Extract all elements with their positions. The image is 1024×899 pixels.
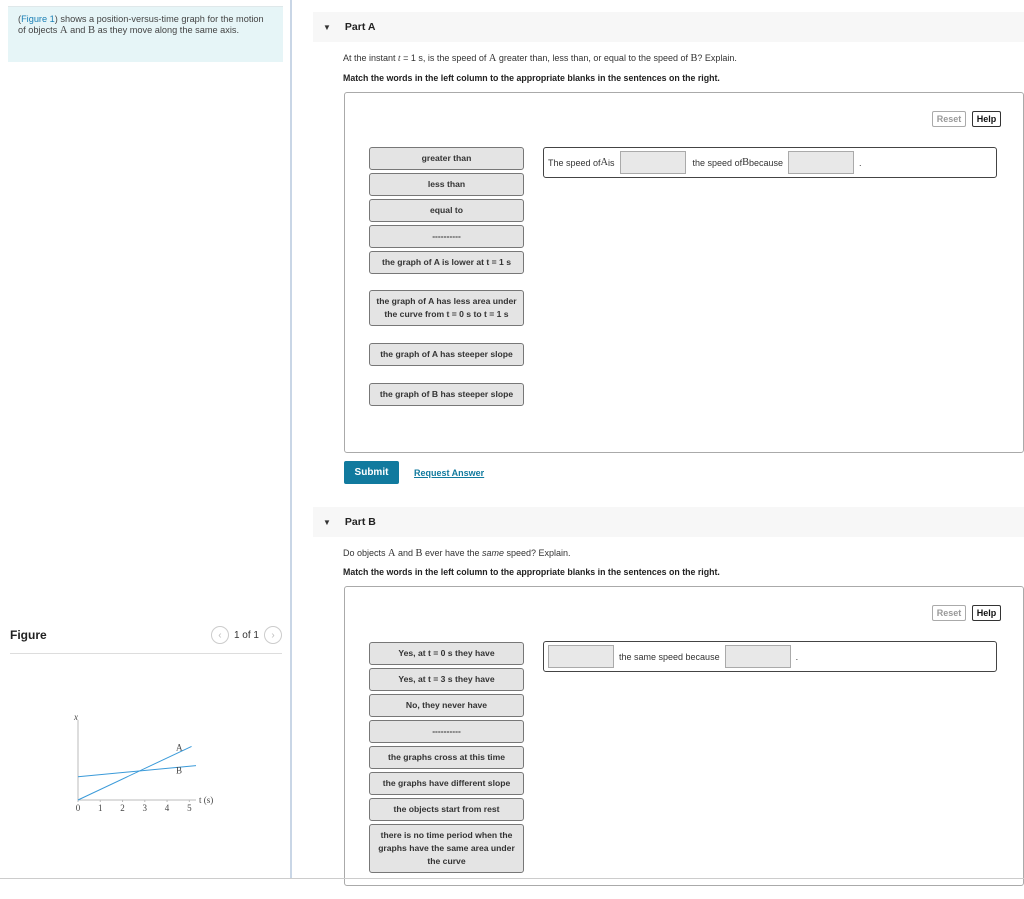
part-a-reset-button[interactable]: Reset	[932, 111, 966, 127]
object-b-label: B	[742, 157, 749, 168]
answer-chip[interactable]: the graph of A has less area under the c…	[369, 290, 524, 326]
drop-blank-2[interactable]	[724, 645, 791, 668]
answer-chip[interactable]: ----------	[369, 720, 524, 743]
pager-count: 1 of 1	[233, 629, 259, 641]
y-axis-label: x	[73, 712, 78, 722]
sentence-text: the speed of	[692, 157, 743, 168]
prev-figure-button[interactable]: ‹	[210, 626, 229, 644]
series-label-a: A	[176, 742, 183, 752]
chevron-right-icon: ›	[271, 629, 275, 641]
part-b-help-button[interactable]: Help	[972, 605, 1001, 621]
part-a-sentence: The speed of A is the speed of B because…	[543, 147, 997, 178]
sentence-period: .	[859, 157, 862, 168]
answer-chip[interactable]: No, they never have	[369, 694, 524, 717]
answer-chip[interactable]: the graph of A is lower at t = 1 s	[369, 251, 524, 274]
x-axis-label: t (s)	[199, 795, 213, 805]
x-tick-label: 1	[98, 803, 103, 813]
answer-chip[interactable]: there is no time period when the graphs …	[369, 824, 524, 873]
intro-panel: (Figure 1) shows a position-versus-time …	[8, 6, 283, 62]
figure-header: Figure ‹ 1 of 1 ›	[10, 626, 282, 654]
collapse-triangle-icon[interactable]: ▼	[323, 518, 331, 527]
part-a-help-button[interactable]: Help	[972, 111, 1001, 127]
part-b-header[interactable]: ▼ Part B	[313, 507, 1024, 537]
part-a-instruction: Match the words in the left column to th…	[343, 73, 720, 83]
position-time-graph: x t (s) 0 1 2 3 4 5 A B	[73, 712, 213, 813]
part-a-question: At the instant t = 1 s, is the speed of …	[343, 53, 737, 64]
x-tick-label: 0	[76, 803, 81, 813]
series-line-a	[77, 745, 192, 801]
part-b-matching-area: Reset Help Yes, at t = 0 s they have Yes…	[344, 586, 1024, 886]
answer-chip[interactable]: Yes, at t = 3 s they have	[369, 668, 524, 691]
x-tick-label: 4	[165, 803, 170, 813]
answer-chip[interactable]: less than	[369, 173, 524, 196]
sentence-text: the same speed because	[619, 651, 720, 662]
answer-chip[interactable]: the graphs have different slope	[369, 772, 524, 795]
collapse-triangle-icon[interactable]: ▼	[323, 23, 331, 32]
part-a-title: Part A	[344, 21, 376, 33]
sentence-text: The speed of	[548, 157, 601, 168]
sentence-period: .	[795, 651, 799, 662]
left-pane: (Figure 1) shows a position-versus-time …	[0, 0, 292, 878]
part-a-matching-area: Reset Help greater than less than equal …	[344, 92, 1024, 453]
request-answer-link[interactable]: Request Answer	[414, 468, 484, 478]
answer-chip[interactable]: the graph of A has steeper slope	[369, 343, 524, 366]
drop-blank-2[interactable]	[788, 151, 855, 174]
answer-chip[interactable]: the graphs cross at this time	[369, 746, 524, 769]
answer-chip[interactable]: greater than	[369, 147, 524, 170]
sentence-text: because	[748, 157, 784, 168]
part-a-header[interactable]: ▼ Part A	[313, 12, 1024, 42]
x-tick-label: 2	[120, 803, 125, 813]
x-tick-label: 3	[143, 803, 148, 813]
figure-link[interactable]: Figure 1	[21, 14, 55, 24]
series-label-b: B	[176, 766, 182, 776]
drop-blank-1[interactable]	[548, 645, 614, 668]
object-b-label: B	[87, 24, 96, 36]
part-b-reset-button[interactable]: Reset	[932, 605, 966, 621]
intro-text: as they move along the same axis.	[95, 24, 240, 35]
part-b-instruction: Match the words in the left column to th…	[343, 567, 720, 577]
next-figure-button[interactable]: ›	[264, 626, 282, 644]
part-b-question: Do objects A and B ever have the same sp…	[343, 548, 571, 559]
page-bottom-border	[0, 878, 1024, 879]
answer-chip[interactable]: Yes, at t = 0 s they have	[369, 642, 524, 665]
x-tick-label: 5	[187, 803, 192, 813]
answer-chip[interactable]: ----------	[369, 225, 524, 248]
drop-blank-1[interactable]	[619, 151, 686, 174]
submit-button[interactable]: Submit	[344, 461, 399, 484]
figure-title: Figure	[10, 628, 47, 642]
chevron-left-icon: ‹	[218, 629, 222, 641]
part-b-title: Part B	[344, 516, 376, 528]
sentence-text: is	[608, 157, 615, 168]
object-a-label: A	[59, 24, 68, 36]
object-a-label: A	[600, 157, 609, 168]
answer-chip[interactable]: equal to	[369, 199, 524, 222]
intro-text: and	[67, 24, 88, 35]
figure-pager: ‹ 1 of 1 ›	[210, 626, 282, 644]
answer-chip[interactable]: the objects start from rest	[369, 798, 524, 821]
part-b-sentence: the same speed because .	[543, 641, 997, 672]
pane-divider[interactable]	[290, 0, 292, 878]
answer-chip[interactable]: the graph of B has steeper slope	[369, 383, 524, 406]
